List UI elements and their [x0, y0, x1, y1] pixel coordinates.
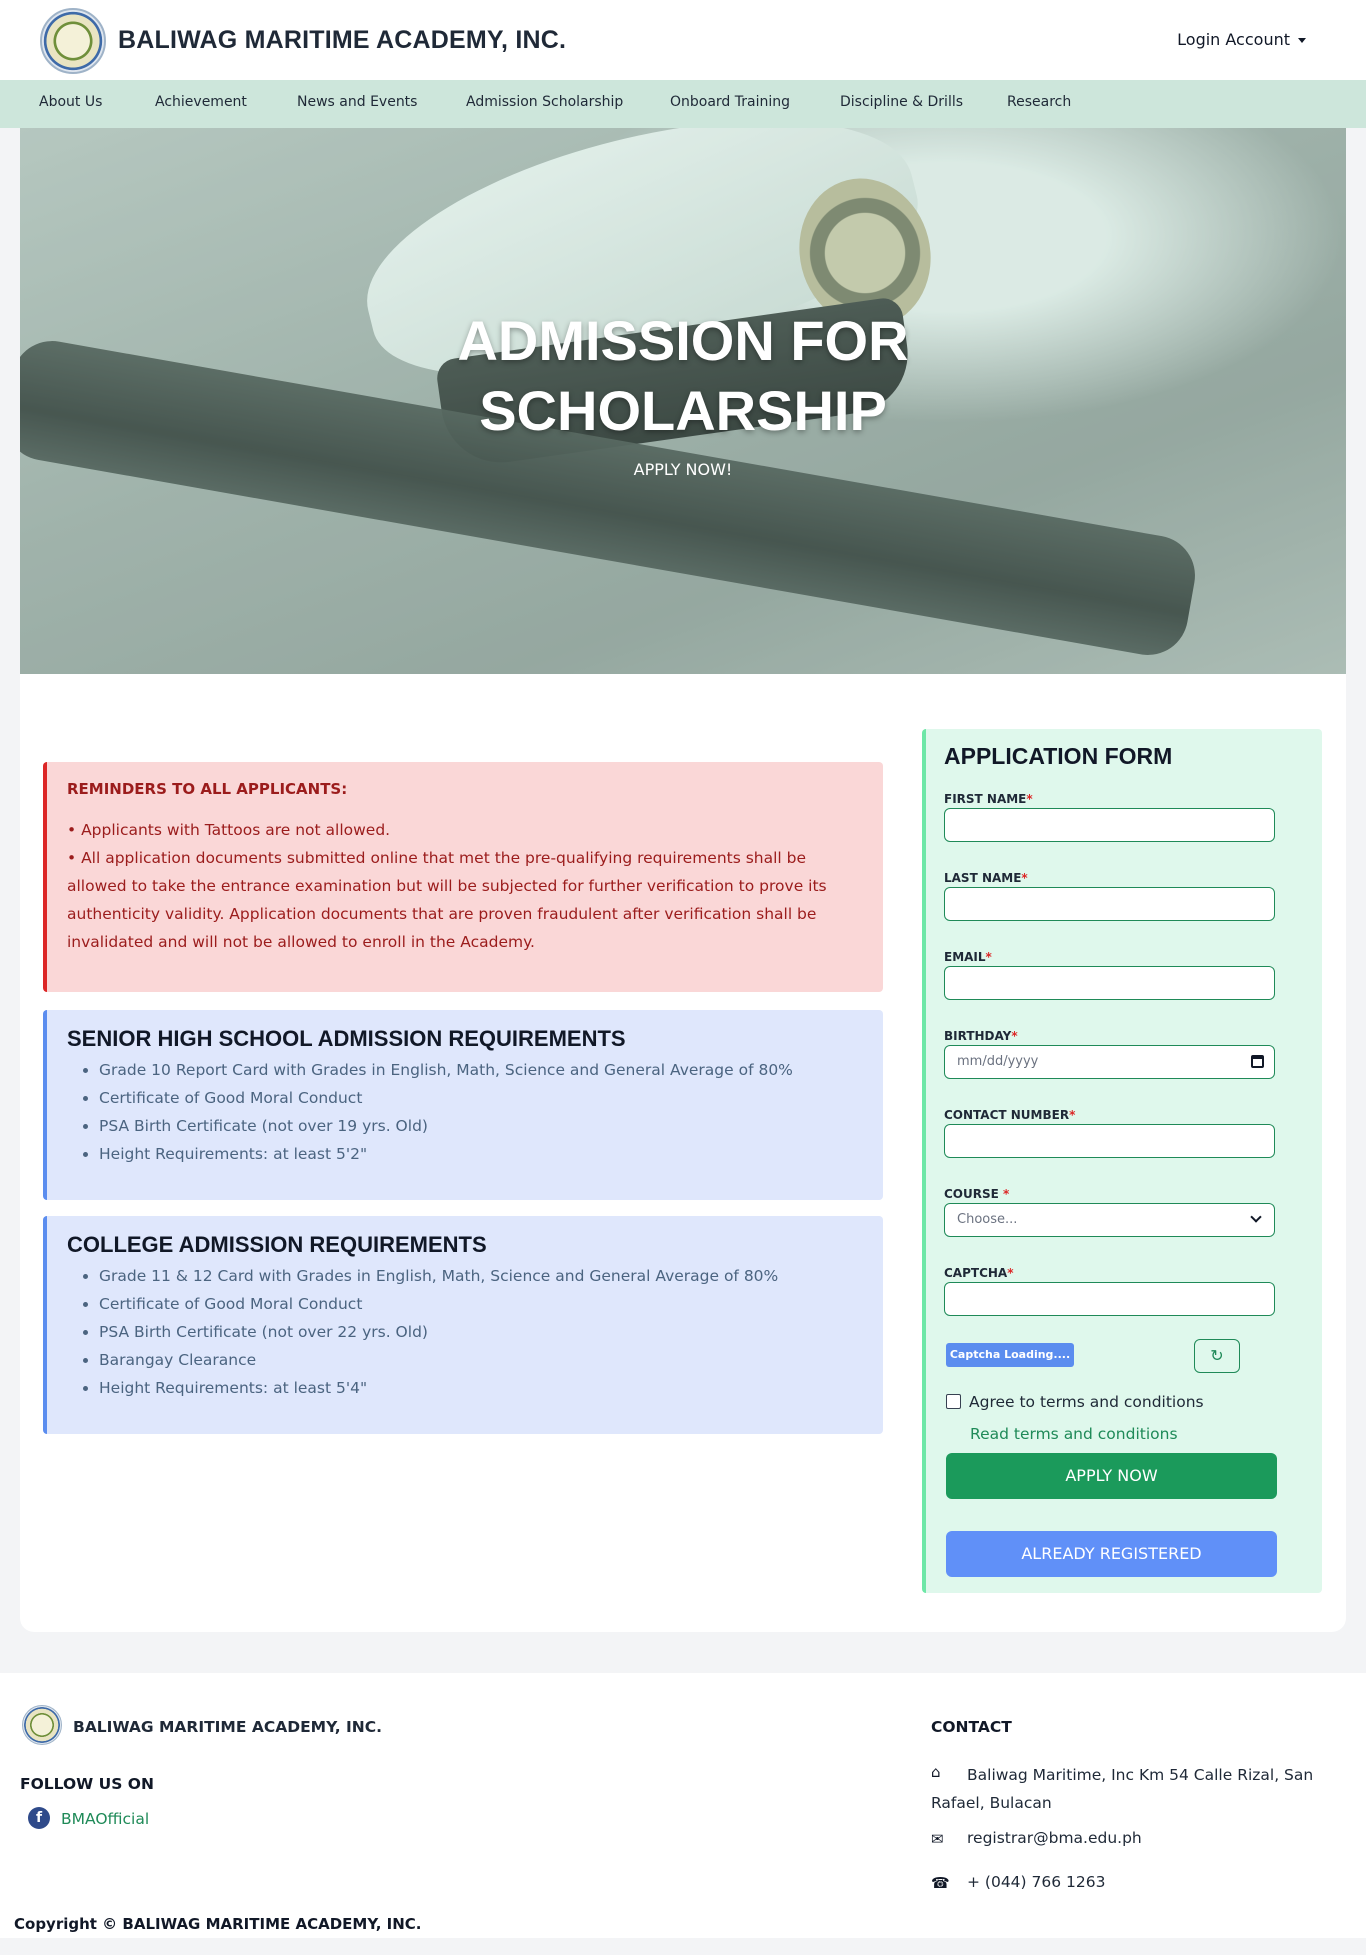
first-name-input[interactable]: [944, 808, 1275, 842]
footer-address: Baliwag Maritime, Inc Km 54 Calle Rizal,…: [931, 1766, 1314, 1812]
hero-title: ADMISSION FOR SCHOLARSHIP: [20, 306, 1346, 446]
list-item: Certificate of Good Moral Conduct: [99, 1290, 863, 1318]
list-item: PSA Birth Certificate (not over 19 yrs. …: [99, 1112, 863, 1140]
footer-logo: [22, 1705, 62, 1745]
already-registered-button[interactable]: ALREADY REGISTERED: [946, 1531, 1277, 1577]
birthday-label: BIRTHDAY*: [944, 1029, 1018, 1043]
hero-title-line2: SCHOLARSHIP: [479, 379, 887, 442]
reminder-tattoo: • Applicants with Tattoos are not allowe…: [67, 821, 391, 839]
phone-icon: ☎: [931, 1874, 950, 1892]
nav-onboard-training[interactable]: Onboard Training: [670, 94, 790, 110]
follow-us-heading: FOLLOW US ON: [20, 1775, 154, 1793]
facebook-icon[interactable]: f: [28, 1807, 50, 1829]
chevron-down-icon: [1250, 1211, 1262, 1223]
email-input[interactable]: [944, 966, 1275, 1000]
captcha-image: Captcha Loading....: [946, 1343, 1074, 1367]
brand-name[interactable]: BALIWAG MARITIME ACADEMY, INC.: [118, 26, 566, 55]
form-title: APPLICATION FORM: [944, 743, 1173, 769]
nav-about-us[interactable]: About Us: [39, 94, 102, 110]
shs-requirements: SENIOR HIGH SCHOOL ADMISSION REQUIREMENT…: [43, 1010, 883, 1200]
birthday-input[interactable]: mm/dd/yyyy: [944, 1045, 1275, 1079]
reminders-title: REMINDERS TO ALL APPLICANTS:: [67, 780, 348, 798]
college-title: COLLEGE ADMISSION REQUIREMENTS: [67, 1232, 487, 1257]
footer: BALIWAG MARITIME ACADEMY, INC. FOLLOW US…: [0, 1673, 1366, 1938]
list-item: PSA Birth Certificate (not over 22 yrs. …: [99, 1318, 863, 1346]
list-item: Grade 11 & 12 Card with Grades in Englis…: [99, 1262, 863, 1290]
checkbox-icon[interactable]: [946, 1394, 961, 1409]
footer-phone[interactable]: + (044) 766 1263: [967, 1873, 1105, 1891]
hero-title-line1: ADMISSION FOR: [457, 309, 909, 372]
contact-number-input[interactable]: [944, 1124, 1275, 1158]
apply-now-button[interactable]: APPLY NOW: [946, 1453, 1277, 1499]
nav-news-events[interactable]: News and Events: [297, 94, 417, 110]
last-name-label: LAST NAME*: [944, 871, 1028, 885]
calendar-icon[interactable]: [1251, 1055, 1264, 1068]
list-item: Height Requirements: at least 5'2": [99, 1140, 863, 1168]
nav-admission-scholarship[interactable]: Admission Scholarship: [466, 94, 623, 110]
read-terms-link[interactable]: Read terms and conditions: [970, 1425, 1178, 1443]
email-label: EMAIL*: [944, 950, 992, 964]
main-nav: About Us Achievement News and Events Adm…: [0, 80, 1366, 128]
application-form: APPLICATION FORM FIRST NAME* LAST NAME* …: [922, 729, 1322, 1593]
nav-research[interactable]: Research: [1007, 94, 1071, 110]
first-name-label: FIRST NAME*: [944, 792, 1033, 806]
facebook-link[interactable]: BMAOfficial: [61, 1810, 149, 1828]
hero-subtitle: APPLY NOW!: [633, 460, 733, 479]
last-name-input[interactable]: [944, 887, 1275, 921]
list-item: Barangay Clearance: [99, 1346, 863, 1374]
list-item: Grade 10 Report Card with Grades in Engl…: [99, 1056, 863, 1084]
contact-heading: CONTACT: [931, 1718, 1012, 1736]
contact-number-label: CONTACT NUMBER*: [944, 1108, 1076, 1122]
agree-label: Agree to terms and conditions: [969, 1393, 1204, 1411]
agree-terms-checkbox[interactable]: Agree to terms and conditions: [946, 1393, 1204, 1411]
copyright: Copyright © BALIWAG MARITIME ACADEMY, IN…: [14, 1915, 422, 1933]
course-select[interactable]: Choose...: [944, 1203, 1275, 1237]
reminder-documents: • All application documents submitted on…: [67, 849, 827, 951]
reminders-alert: REMINDERS TO ALL APPLICANTS: • Applicant…: [43, 762, 883, 992]
academy-logo[interactable]: [40, 8, 106, 74]
footer-brand: BALIWAG MARITIME ACADEMY, INC.: [73, 1718, 383, 1736]
hero-banner: ADMISSION FOR SCHOLARSHIP APPLY NOW!: [20, 128, 1346, 674]
login-account-dropdown[interactable]: Login Account: [1177, 30, 1306, 49]
course-placeholder: Choose...: [957, 1212, 1018, 1227]
top-bar: BALIWAG MARITIME ACADEMY, INC. Login Acc…: [0, 0, 1366, 80]
list-item: Height Requirements: at least 5'4": [99, 1374, 863, 1402]
envelope-icon: ✉: [931, 1830, 944, 1848]
nav-discipline-drills[interactable]: Discipline & Drills: [840, 94, 963, 110]
shs-title: SENIOR HIGH SCHOOL ADMISSION REQUIREMENT…: [67, 1026, 626, 1051]
captcha-input[interactable]: [944, 1282, 1275, 1316]
login-label: Login Account: [1177, 30, 1290, 49]
list-item: Certificate of Good Moral Conduct: [99, 1084, 863, 1112]
course-label: COURSE *: [944, 1187, 1010, 1201]
captcha-label: CAPTCHA*: [944, 1266, 1014, 1280]
footer-email[interactable]: registrar@bma.edu.ph: [967, 1829, 1142, 1847]
caret-down-icon: [1298, 38, 1306, 43]
refresh-icon[interactable]: ↻: [1194, 1339, 1240, 1373]
college-requirements: COLLEGE ADMISSION REQUIREMENTS Grade 11 …: [43, 1216, 883, 1434]
birthday-placeholder: mm/dd/yyyy: [957, 1054, 1039, 1069]
nav-achievement[interactable]: Achievement: [155, 94, 247, 110]
